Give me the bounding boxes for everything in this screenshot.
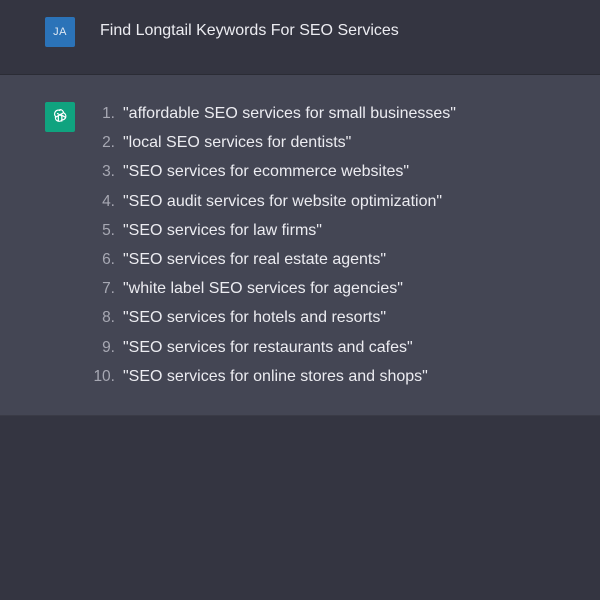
list-item-text: "SEO audit services for website optimiza… [123,192,443,210]
list-item: 1. "affordable SEO services for small bus… [90,104,456,133]
list-item-text: "white label SEO services for agencies" [123,280,403,298]
list-item: 7. "white label SEO services for agencies… [90,279,456,308]
chat-page: JA Find Longtail Keywords For SEO Servic… [0,0,600,600]
list-item-number: 5. [102,221,115,239]
list-item-number: 4. [102,192,115,210]
list-item-number: 8. [102,309,115,327]
list-item-number: 1. [102,105,115,122]
list-item-text: "SEO services for real estate agents" [123,250,387,268]
list-item-text: "SEO services for restaurants and cafes" [123,338,413,356]
assistant-message-row: 1. "affordable SEO services for small bus… [0,75,600,416]
list-item-number: 10. [93,367,115,385]
empty-chat-area [0,416,600,600]
user-message-text: Find Longtail Keywords For SEO Services [100,22,399,39]
list-item-text: "SEO services for ecommerce websites" [123,163,410,181]
list-item: 6. "SEO services for real estate agents" [90,250,456,279]
list-item-text: "local SEO services for dentists" [123,134,352,152]
list-item-text: "affordable SEO services for small busin… [123,105,456,122]
list-item-number: 2. [102,134,115,152]
list-item: 9. "SEO services for restaurants and cafe… [90,338,456,367]
list-item-text: "SEO services for law firms" [123,221,322,239]
list-item: 5. "SEO services for law firms" [90,221,456,250]
list-item-text: "SEO services for online stores and shop… [123,367,428,385]
list-item-number: 9. [102,338,115,356]
list-item: 3. "SEO services for ecommerce websites" [90,162,456,191]
list-item: 2. "local SEO services for dentists" [90,133,456,162]
assistant-avatar [45,102,75,132]
list-item: 10. "SEO services for online stores and s… [90,367,456,396]
user-message-row: JA Find Longtail Keywords For SEO Servic… [0,0,600,75]
list-item-text: "SEO services for hotels and resorts" [123,309,387,327]
list-item: 4. "SEO audit services for website optimi… [90,192,456,221]
user-avatar: JA [45,17,75,47]
list-item-number: 7. [102,280,115,298]
openai-logo-icon [53,109,67,122]
list-item-number: 6. [102,250,115,268]
list-item-number: 3. [102,163,115,181]
keyword-list: 1. "affordable SEO services for small bus… [90,104,456,396]
list-item: 8. "SEO services for hotels and resorts" [90,308,456,337]
